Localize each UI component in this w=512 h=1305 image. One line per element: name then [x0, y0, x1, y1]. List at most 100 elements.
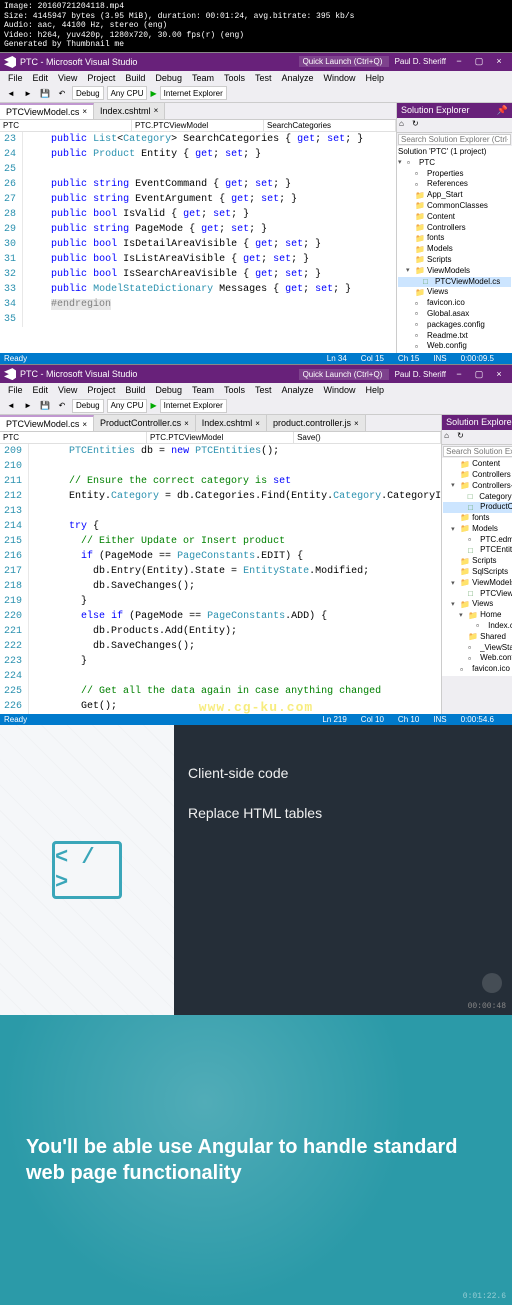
save-icon[interactable]: 💾: [38, 399, 52, 413]
tab-ptcviewmodel-cs[interactable]: PTCViewModel.cs×: [0, 103, 94, 119]
nav-member[interactable]: Save(): [294, 432, 441, 443]
tree-item-favicon-ico[interactable]: ▫favicon.ico: [443, 664, 512, 675]
tree-item-models[interactable]: 📁Models: [398, 244, 511, 255]
menu-edit[interactable]: Edit: [28, 72, 54, 84]
tree-item-controllers[interactable]: 📁Controllers: [398, 223, 511, 234]
menu-view[interactable]: View: [53, 72, 82, 84]
tab-productcontroller-cs[interactable]: ProductController.cs×: [94, 415, 196, 431]
quick-launch-input[interactable]: Quick Launch (Ctrl+Q): [299, 369, 389, 380]
minimize-button[interactable]: −: [450, 369, 468, 380]
tab-ptcviewmodel-cs[interactable]: PTCViewModel.cs×: [0, 415, 94, 431]
tree-item-properties[interactable]: ▫Properties: [398, 169, 511, 180]
user-name[interactable]: Paul D. Sheriff: [395, 370, 446, 379]
tab-index-cshtml[interactable]: Index.cshtml×: [196, 415, 267, 431]
se-search[interactable]: [398, 134, 511, 145]
menu-debug[interactable]: Debug: [150, 72, 187, 84]
run-target[interactable]: Internet Explorer: [160, 399, 227, 413]
menu-team[interactable]: Team: [187, 384, 219, 396]
tab-index-cshtml[interactable]: Index.cshtml×: [94, 103, 165, 119]
menu-team[interactable]: Team: [187, 72, 219, 84]
se-home-icon[interactable]: ⌂: [399, 119, 411, 131]
tree-item-favicon-ico[interactable]: ▫favicon.ico: [398, 298, 511, 309]
tab-close-icon[interactable]: ×: [82, 107, 87, 116]
menu-build[interactable]: Build: [120, 384, 150, 396]
tree-item-viewmodels[interactable]: ▾📁ViewModels: [398, 266, 511, 277]
platform-combo[interactable]: Any CPU: [107, 86, 148, 100]
play-icon[interactable]: ▶: [150, 89, 156, 98]
tab-product-controller-js[interactable]: product.controller.js×: [267, 415, 366, 431]
tab-close-icon[interactable]: ×: [255, 419, 260, 428]
menu-tools[interactable]: Tools: [219, 72, 250, 84]
undo-icon[interactable]: ↶: [55, 399, 69, 413]
undo-icon[interactable]: ↶: [55, 86, 69, 100]
tree-item-commonclasses[interactable]: 📁CommonClasses: [398, 201, 511, 212]
tree-item-ptcentities-cs[interactable]: □PTCEntities.cs: [443, 545, 512, 556]
tab-close-icon[interactable]: ×: [184, 419, 189, 428]
menu-file[interactable]: File: [3, 72, 28, 84]
platform-combo[interactable]: Any CPU: [107, 399, 148, 413]
tree-item-global-asax[interactable]: ▫Global.asax: [398, 309, 511, 320]
back-icon[interactable]: ◄: [4, 399, 18, 413]
tab-close-icon[interactable]: ×: [154, 106, 159, 115]
menu-project[interactable]: Project: [82, 72, 120, 84]
tree-item-categorycontroller-cs[interactable]: □CategoryController.cs: [443, 492, 512, 503]
nav-class[interactable]: PTC.PTCViewModel: [147, 432, 294, 443]
tree-item-views[interactable]: ▾📁Views: [443, 599, 512, 610]
tree-item-app_start[interactable]: 📁App_Start: [398, 190, 511, 201]
menu-window[interactable]: Window: [319, 384, 361, 396]
tree-item-models[interactable]: ▾📁Models: [443, 524, 512, 535]
quick-launch-input[interactable]: Quick Launch (Ctrl+Q): [299, 56, 389, 67]
tree-item-shared[interactable]: 📁Shared: [443, 632, 512, 643]
tree-item-ptcviewmodel-cs[interactable]: □PTCViewModel.cs: [398, 277, 511, 288]
tab-close-icon[interactable]: ×: [82, 420, 87, 429]
tree-item-web-config[interactable]: ▫Web.config: [443, 653, 512, 664]
tree-item-scripts[interactable]: 📁Scripts: [443, 556, 512, 567]
tree-item-ptcviewmodel-cs[interactable]: □PTCViewModel.cs: [443, 589, 512, 600]
tree-item-productcontroller-cs[interactable]: □ProductController.cs: [443, 502, 512, 513]
menu-test[interactable]: Test: [250, 72, 277, 84]
nav-project[interactable]: PTC: [0, 120, 132, 131]
menu-debug[interactable]: Debug: [150, 384, 187, 396]
code-area[interactable]: 23242526272829303132333435 public List<C…: [0, 132, 396, 327]
se-search[interactable]: [443, 446, 512, 457]
tree-item-controllers[interactable]: 📁Controllers: [443, 470, 512, 481]
tree-item-viewmodels[interactable]: ▾📁ViewModels: [443, 578, 512, 589]
tree-item-index-cshtml[interactable]: ▫Index.cshtml: [443, 621, 512, 632]
code-area[interactable]: 2092102112122132142152162172182192202212…: [0, 444, 441, 714]
run-target[interactable]: Internet Explorer: [160, 86, 227, 100]
user-name[interactable]: Paul D. Sheriff: [395, 57, 446, 66]
config-combo[interactable]: Debug: [72, 399, 104, 413]
menu-view[interactable]: View: [53, 384, 82, 396]
tree-item-references[interactable]: ▫References: [398, 179, 511, 190]
menu-help[interactable]: Help: [361, 384, 390, 396]
nav-project[interactable]: PTC: [0, 432, 147, 443]
tree-item-scripts[interactable]: 📁Scripts: [398, 255, 511, 266]
se-search-input[interactable]: [398, 134, 511, 145]
save-icon[interactable]: 💾: [38, 86, 52, 100]
menu-project[interactable]: Project: [82, 384, 120, 396]
config-combo[interactable]: Debug: [72, 86, 104, 100]
play-icon[interactable]: ▶: [150, 401, 156, 410]
se-home-icon[interactable]: ⌂: [444, 431, 456, 443]
menu-help[interactable]: Help: [361, 72, 390, 84]
close-button[interactable]: ×: [490, 369, 508, 380]
solution-tree[interactable]: 📁Content📁Controllers▾📁Controllers-Api□Ca…: [442, 458, 512, 676]
tree-item-ptc-edmx[interactable]: ▫PTC.edmx: [443, 535, 512, 546]
menu-tools[interactable]: Tools: [219, 384, 250, 396]
menu-file[interactable]: File: [3, 384, 28, 396]
se-refresh-icon[interactable]: ↻: [457, 431, 469, 443]
menu-analyze[interactable]: Analyze: [277, 384, 319, 396]
tree-item-packages-config[interactable]: ▫packages.config: [398, 320, 511, 331]
menu-test[interactable]: Test: [250, 384, 277, 396]
tree-item-readme-txt[interactable]: ▫Readme.txt: [398, 331, 511, 342]
tree-item-views[interactable]: 📁Views: [398, 287, 511, 298]
solution-tree[interactable]: Solution 'PTC' (1 project) ▾▫PTC▫Propert…: [397, 146, 512, 353]
menu-analyze[interactable]: Analyze: [277, 72, 319, 84]
back-icon[interactable]: ◄: [4, 86, 18, 100]
fwd-icon[interactable]: ►: [21, 399, 35, 413]
tree-item-controllers-api[interactable]: ▾📁Controllers-Api: [443, 481, 512, 492]
tree-item-content[interactable]: 📁Content: [443, 459, 512, 470]
fwd-icon[interactable]: ►: [21, 86, 35, 100]
maximize-button[interactable]: ▢: [470, 56, 488, 67]
tree-item-web-config[interactable]: ▫Web.config: [398, 341, 511, 352]
